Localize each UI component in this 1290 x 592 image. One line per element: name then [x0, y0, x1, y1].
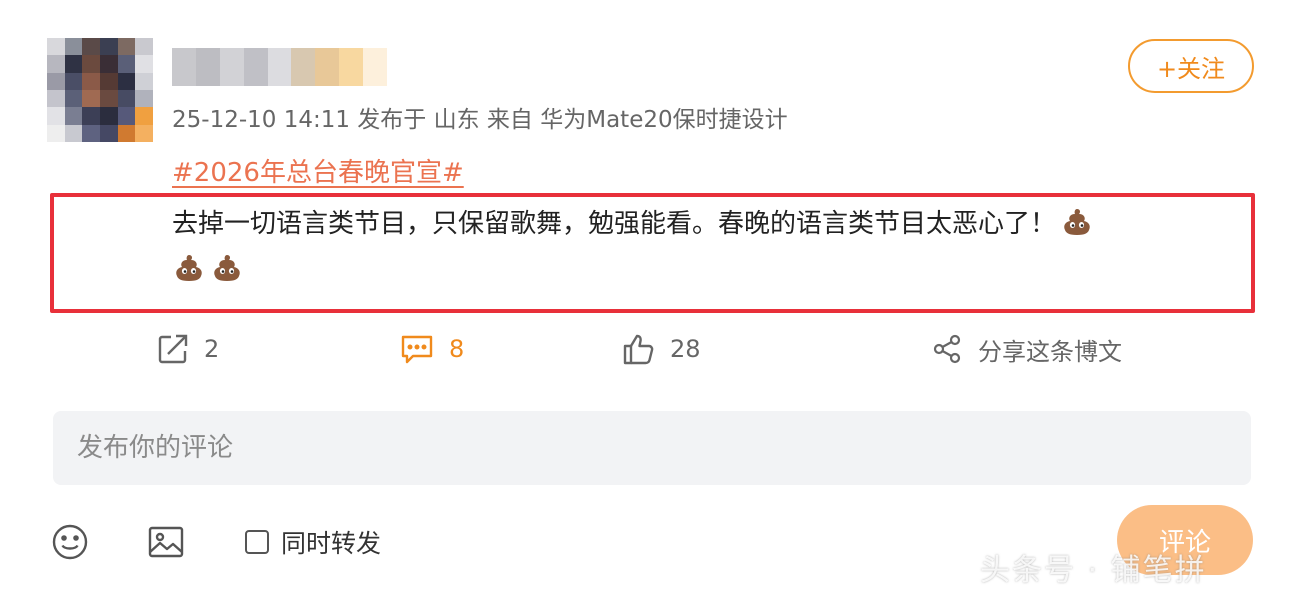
like-button[interactable]: 28 — [622, 328, 701, 370]
comment-icon — [401, 335, 433, 364]
watermark: 头条号 · 铺笔拼 — [980, 553, 1207, 588]
smiley-icon — [52, 524, 88, 560]
share-button[interactable]: 分享这条博文 — [930, 328, 1122, 370]
forward-checkbox[interactable] — [245, 530, 269, 554]
comment-button[interactable]: 8 — [399, 328, 464, 370]
forward-label: 同时转发 — [281, 529, 382, 558]
poo-emoji-icon — [1060, 206, 1094, 236]
poo-emoji-icon — [172, 252, 206, 282]
share-icon — [933, 334, 961, 364]
emoji-button[interactable] — [51, 520, 89, 564]
repost-button[interactable]: 2 — [156, 328, 219, 370]
post-body: 去掉一切语言类节目，只保留歌舞，勉强能看。春晚的语言类节目太恶心了！ — [172, 209, 1057, 239]
post-meta: 25-12-10 14:11 发布于 山东 来自 华为Mate20保时捷设计 — [172, 107, 788, 133]
like-count: 28 — [670, 335, 701, 363]
username-blurred[interactable] — [172, 48, 388, 86]
share-label: 分享这条博文 — [978, 337, 1122, 366]
action-bar: 2 8 28 分享这条博文 — [0, 328, 1290, 370]
forward-toggle[interactable]: 同时转发 — [245, 520, 381, 564]
follow-button[interactable]: +关注 — [1128, 39, 1254, 93]
post-text: 去掉一切语言类节目，只保留歌舞，勉强能看。春晚的语言类节目太恶心了！ — [172, 201, 1232, 293]
thumbs-up-icon — [623, 334, 654, 365]
poo-emoji-icon — [210, 252, 244, 282]
image-icon — [148, 526, 184, 558]
comment-input[interactable] — [53, 411, 1251, 485]
repost-icon — [158, 334, 188, 364]
comment-count: 8 — [449, 335, 465, 363]
hashtag-link[interactable]: #2026年总台春晚官宣# — [172, 152, 464, 189]
avatar[interactable] — [47, 38, 153, 142]
image-button[interactable] — [147, 520, 185, 564]
repost-count: 2 — [204, 335, 220, 363]
